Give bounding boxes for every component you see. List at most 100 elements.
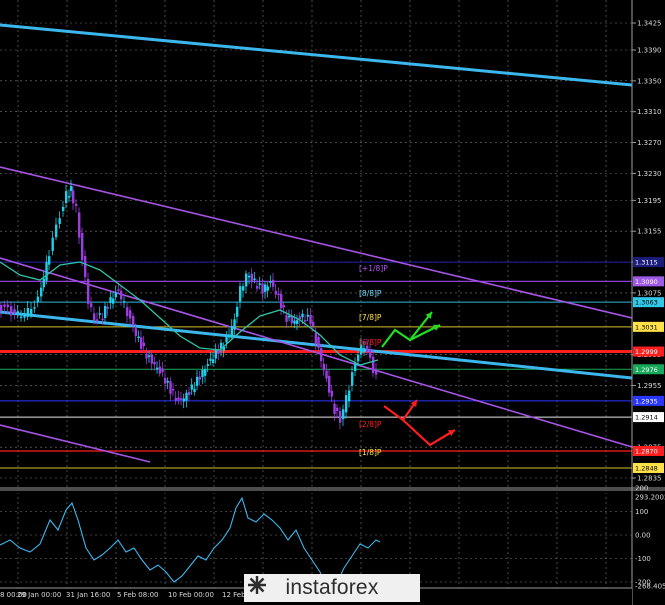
bull-candle xyxy=(109,297,112,304)
bear-candle xyxy=(261,283,264,294)
bull-candle xyxy=(104,306,107,319)
price-tag-label: 1.3063 xyxy=(635,299,658,307)
bull-candle xyxy=(148,355,151,357)
bear-candle xyxy=(0,305,3,311)
grid xyxy=(0,0,632,488)
bear-candle xyxy=(256,285,259,289)
bear-candle xyxy=(180,398,183,400)
price-tick-label: 1.3425 xyxy=(637,20,662,28)
bear-candle xyxy=(93,313,96,321)
bull-candle xyxy=(190,384,194,390)
bull-candle xyxy=(33,307,36,309)
bear-candle xyxy=(84,256,87,278)
bull-candle xyxy=(201,369,204,377)
bear-candle xyxy=(174,397,178,401)
murrey-level-label: [7/8]P xyxy=(359,313,382,322)
bear-candle xyxy=(120,290,123,300)
bear-candle xyxy=(274,291,278,295)
bear-candle xyxy=(304,319,307,322)
price-tag-label: 1.3031 xyxy=(635,323,658,331)
bull-candle xyxy=(65,191,68,203)
price-chart[interactable]: [+1/8]P [8/8]P [7/8]P [6/8]P [2/8]P [1/8]P 1.3… xyxy=(0,0,665,605)
price-tag-label: 1.3115 xyxy=(635,259,658,267)
bull-candle xyxy=(228,335,231,337)
price-tag-label: 1.3090 xyxy=(635,278,658,286)
bear-candle xyxy=(129,310,132,319)
indicator-tick-label: -100 xyxy=(635,555,651,563)
date-tick-label: 5 Feb 08:00 xyxy=(117,591,158,599)
date-tick-label: 10 Feb 00:00 xyxy=(168,591,214,599)
bull-candle xyxy=(236,306,239,317)
bull-candle xyxy=(288,315,291,318)
bull-candle xyxy=(182,398,186,402)
bull-candle xyxy=(193,388,196,393)
bull-candle xyxy=(166,381,170,383)
murrey-level-label: [6/8]P xyxy=(359,338,382,347)
price-tick-label: 1.3155 xyxy=(637,228,662,236)
bear-candle xyxy=(188,392,191,395)
bear-candle xyxy=(169,381,172,394)
bull-candle xyxy=(248,275,251,278)
logo-mark-icon xyxy=(248,576,266,594)
bear-candle xyxy=(314,333,318,344)
bull-candle xyxy=(114,292,118,298)
bear-candle xyxy=(90,303,93,308)
bull-candle xyxy=(30,309,33,315)
bear-candle xyxy=(142,342,146,347)
bear-candle xyxy=(117,289,120,291)
bull-candle xyxy=(225,337,228,343)
bear-candle xyxy=(126,307,129,317)
chart-window[interactable]: [+1/8]P [8/8]P [7/8]P [6/8]P [2/8]P [1/8]P 1.3… xyxy=(0,0,665,605)
bull-candle xyxy=(296,320,299,325)
instaforex-logo: instaforex xyxy=(244,574,420,602)
bull-candle xyxy=(212,359,215,364)
bear-candle xyxy=(161,368,164,373)
bear-candle xyxy=(369,349,372,358)
bear-candle xyxy=(3,304,6,307)
bear-candle xyxy=(145,353,148,359)
bull-candle xyxy=(354,363,357,372)
price-tag-label: 1.2976 xyxy=(635,366,658,374)
murrey-level-label: [8/8]P xyxy=(359,289,382,298)
bear-candle xyxy=(290,316,294,324)
bear-candle xyxy=(282,305,286,308)
bull-candle xyxy=(342,409,345,420)
bear-candle xyxy=(150,354,154,364)
price-tag-label: 1.2914 xyxy=(635,414,658,422)
bull-candle xyxy=(214,349,218,359)
bull-candle xyxy=(185,392,188,401)
bear-candle xyxy=(372,356,375,373)
bull-candle xyxy=(357,354,360,362)
bull-candle xyxy=(40,287,43,297)
bull-candle xyxy=(233,319,236,330)
bear-candle xyxy=(339,411,342,423)
main-pane: [+1/8]P [8/8]P [7/8]P [6/8]P [2/8]P [1/8]P xyxy=(0,0,632,488)
price-tick-label: 1.3230 xyxy=(637,170,662,178)
bear-candle xyxy=(322,363,326,371)
bear-candle xyxy=(250,273,254,283)
date-tick-label: 31 Jan 16:00 xyxy=(66,591,110,599)
murrey-level-label: [+1/8]P xyxy=(359,264,388,273)
price-tick-label: 1.2955 xyxy=(637,382,662,390)
price-tag-label: 1.2935 xyxy=(635,397,658,405)
bear-candle xyxy=(317,336,320,348)
bull-candle xyxy=(42,278,46,288)
bull-candle xyxy=(62,206,65,212)
price-tick-label: 1.2835 xyxy=(637,475,662,483)
bull-candle xyxy=(137,336,140,339)
bear-candle xyxy=(140,337,143,349)
bull-candle xyxy=(16,311,20,314)
bull-candle xyxy=(23,314,26,318)
date-tick-label: 12 Feb xyxy=(222,591,246,599)
bull-candle xyxy=(204,369,207,376)
bear-candle xyxy=(10,306,13,316)
bear-candle xyxy=(177,397,180,401)
bear-candle xyxy=(75,203,78,207)
bull-candle xyxy=(351,372,354,386)
date-tick-label: 29 Jan 00:00 xyxy=(17,591,61,599)
price-tick-label: 1.3075 xyxy=(637,289,662,297)
price-tick-label: 1.3350 xyxy=(637,77,662,85)
bull-candle xyxy=(293,320,296,324)
murrey-level-label: [1/8]P xyxy=(359,448,382,457)
trend-line-lower xyxy=(0,424,151,463)
